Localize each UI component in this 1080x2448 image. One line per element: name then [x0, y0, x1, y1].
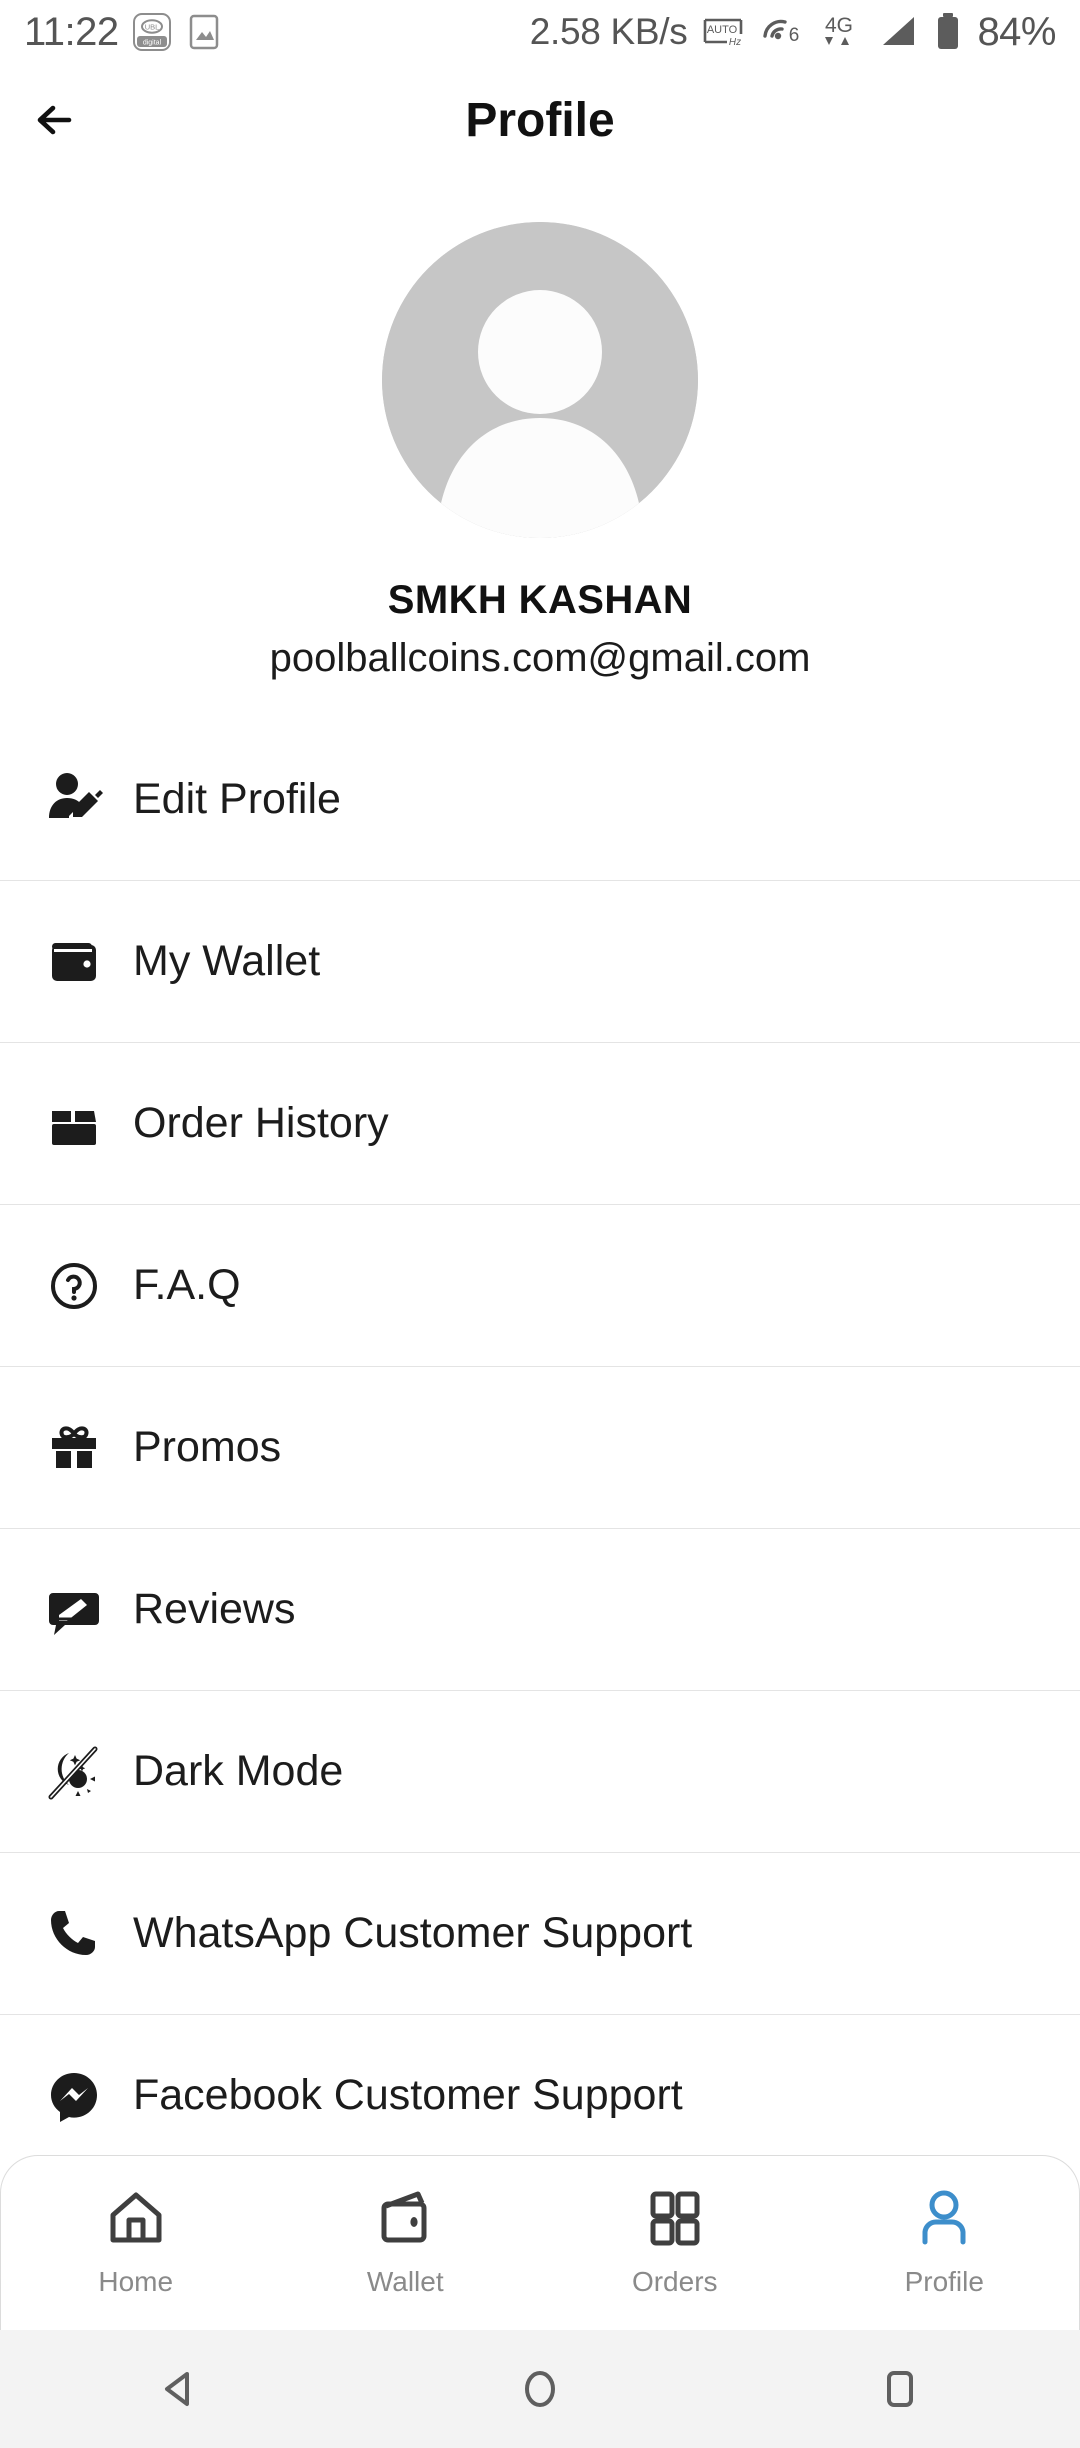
menu-item-dark-mode[interactable]: Dark Mode — [0, 1690, 1080, 1852]
svg-text:6: 6 — [789, 25, 800, 46]
default-avatar-icon — [382, 222, 698, 538]
profile-screen: 11:22 UBL digital 2.58 KB/s AUTO Hz 6 4G… — [0, 0, 1080, 2448]
status-bar: 11:22 UBL digital 2.58 KB/s AUTO Hz 6 4G… — [0, 0, 1080, 64]
square-recents-icon — [887, 2371, 913, 2407]
grid-icon — [650, 2191, 700, 2246]
menu-item-facebook-support[interactable]: Facebook Customer Support — [0, 2014, 1080, 2176]
home-icon — [110, 2192, 162, 2243]
menu-item-label: Dark Mode — [133, 1747, 344, 1795]
box-icon — [45, 1093, 119, 1155]
svg-text:digital: digital — [142, 40, 161, 47]
menu-item-reviews[interactable]: Reviews — [0, 1528, 1080, 1690]
nav-item-orders[interactable]: Orders — [540, 2156, 810, 2330]
status-bar-right: 2.58 KB/s AUTO Hz 6 4G 84% — [529, 9, 1057, 55]
menu-item-edit-profile[interactable]: Edit Profile — [0, 718, 1080, 880]
android-recents-button[interactable] — [720, 2362, 1080, 2416]
menu-item-label: Order History — [133, 1099, 389, 1147]
triangle-back-icon — [165, 2372, 189, 2406]
wifi-6-icon: 6 — [763, 19, 800, 46]
menu-item-label: Edit Profile — [133, 774, 341, 823]
person-icon — [922, 2190, 966, 2245]
dark-mode-icon — [45, 1741, 119, 1803]
menu-item-label: Promos — [133, 1423, 282, 1471]
user-edit-icon — [45, 768, 119, 830]
phone-icon — [45, 1903, 119, 1965]
ubl-digital-icon: UBL digital — [132, 13, 171, 51]
menu-item-my-wallet[interactable]: My Wallet — [0, 880, 1080, 1042]
menu-item-promos[interactable]: Promos — [0, 1366, 1080, 1528]
status-bar-left: 11:22 UBL digital — [24, 10, 223, 55]
battery-icon — [938, 13, 959, 49]
menu-item-label: WhatsApp Customer Support — [133, 1909, 693, 1957]
menu-item-whatsapp-support[interactable]: WhatsApp Customer Support — [0, 1852, 1080, 2014]
svg-text:4G: 4G — [825, 14, 853, 37]
android-home-button[interactable] — [360, 2362, 720, 2416]
nav-item-label: Profile — [904, 2266, 984, 2297]
user-name: SMKH KASHAN — [387, 578, 693, 622]
battery-percent: 84% — [977, 9, 1056, 54]
avatar-container — [0, 222, 1080, 538]
nav-item-home[interactable]: Home — [1, 2156, 271, 2330]
nav-item-profile[interactable]: Profile — [810, 2156, 1080, 2330]
auto-hz-icon: AUTO Hz — [704, 18, 743, 48]
menu-item-label: My Wallet — [133, 937, 321, 985]
user-email: poolballcoins.com@gmail.com — [269, 636, 811, 680]
circle-home-icon — [525, 2371, 555, 2407]
gallery-icon — [189, 14, 218, 50]
question-circle-icon — [45, 1255, 119, 1317]
profile-menu-list: Edit Profile My Wallet Order History F.A… — [0, 718, 1080, 2176]
menu-item-label: F.A.Q — [133, 1261, 241, 1309]
nav-item-label: Wallet — [366, 2266, 444, 2297]
nav-item-wallet[interactable]: Wallet — [271, 2156, 541, 2330]
menu-item-label: Reviews — [133, 1585, 296, 1633]
gift-icon — [45, 1417, 119, 1479]
page-title: Profile — [465, 93, 615, 147]
svg-text:UBL: UBL — [144, 23, 159, 32]
app-header: Profile — [0, 64, 1080, 176]
status-time: 11:22 — [24, 9, 119, 54]
review-bubble-icon — [45, 1579, 119, 1641]
menu-item-order-history[interactable]: Order History — [0, 1042, 1080, 1204]
avatar[interactable] — [382, 222, 698, 538]
menu-item-label: Facebook Customer Support — [133, 2071, 683, 2119]
svg-text:AUTO: AUTO — [707, 24, 738, 36]
menu-item-faq[interactable]: F.A.Q — [0, 1204, 1080, 1366]
svg-text:Hz: Hz — [729, 37, 741, 48]
nav-item-label: Orders — [631, 2266, 718, 2297]
android-navigation-bar — [0, 2330, 1080, 2448]
bottom-navigation-bar: Home Wallet Orders Profile — [0, 2155, 1080, 2330]
network-speed: 2.58 KB/s — [529, 11, 688, 52]
messenger-icon — [45, 2065, 119, 2127]
signal-bars-icon — [883, 17, 915, 45]
nav-item-label: Home — [98, 2266, 174, 2297]
mobile-data-4g-icon: 4G — [825, 14, 853, 45]
android-back-button[interactable] — [0, 2362, 360, 2416]
wallet-outline-icon — [381, 2191, 427, 2243]
wallet-icon — [45, 931, 119, 993]
